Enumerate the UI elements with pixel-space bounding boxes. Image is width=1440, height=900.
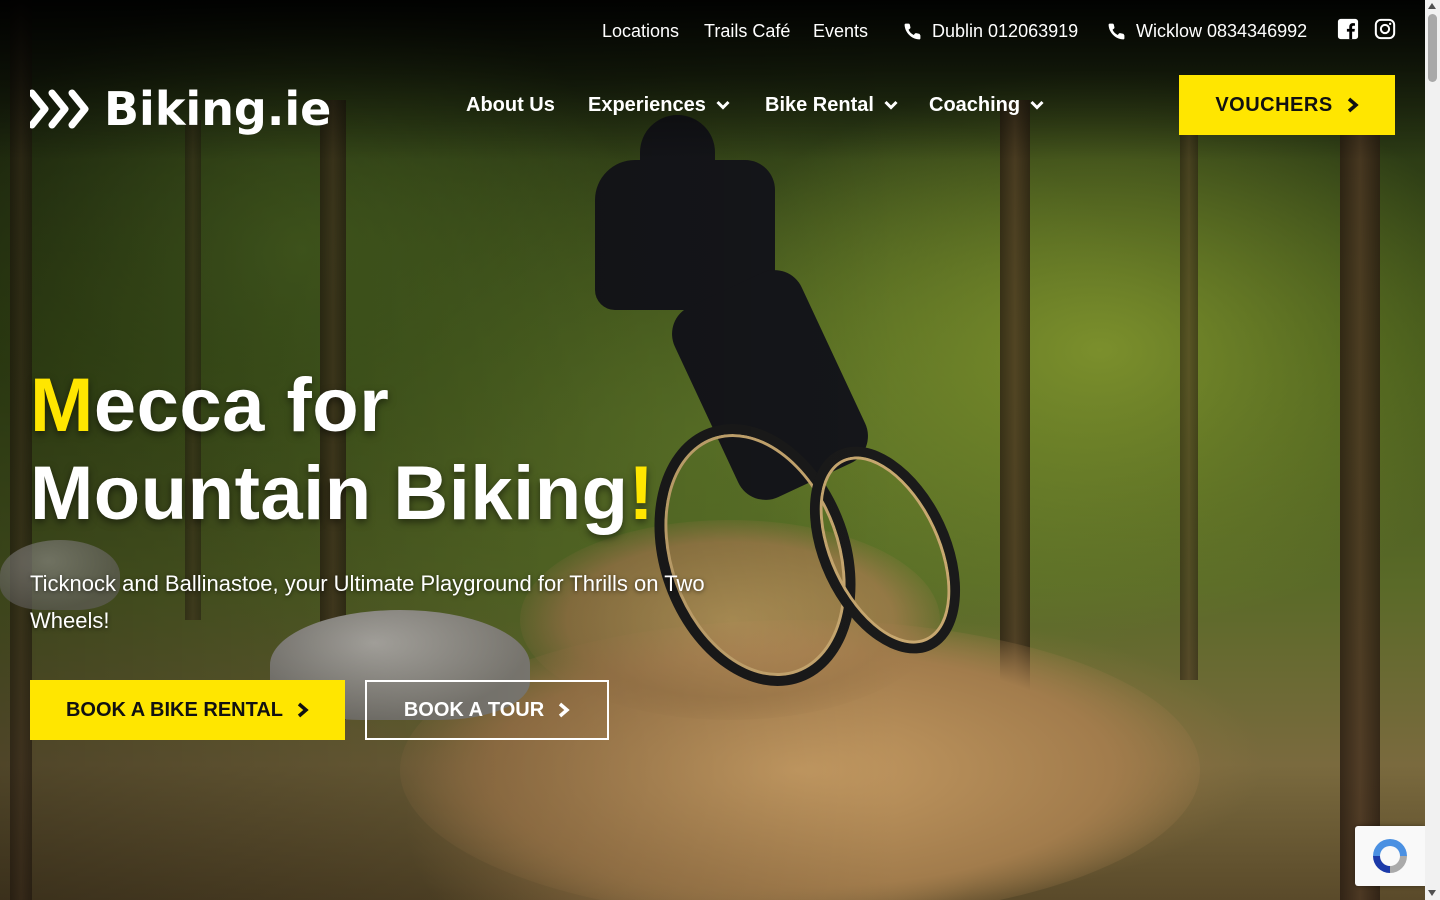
facebook-icon[interactable]: [1337, 18, 1359, 40]
headline-exclamation: !: [628, 451, 655, 536]
logo-text: Biking.ie: [104, 82, 332, 136]
book-bike-rental-button[interactable]: BOOK A BIKE RENTAL: [30, 680, 345, 740]
hero-subtitle: Ticknock and Ballinastoe, your Ultimate …: [30, 571, 705, 633]
headline-line1-text: ecca for: [93, 363, 390, 448]
vouchers-button[interactable]: VOUCHERS: [1179, 75, 1395, 135]
book-tour-button[interactable]: BOOK A TOUR: [365, 680, 609, 740]
phone-dublin[interactable]: Dublin 012063919: [903, 18, 1078, 44]
phone-icon: [904, 23, 921, 39]
book-tour-label: BOOK A TOUR: [403, 698, 545, 721]
nav-coaching[interactable]: Coaching: [929, 92, 1044, 118]
site-logo[interactable]: Biking.ie: [30, 82, 331, 136]
chevron-down-icon: [884, 100, 898, 110]
chevron-right-icon: [559, 702, 570, 718]
nav-experiences-label: Experiences: [588, 94, 706, 116]
toplink-locations[interactable]: Locations: [602, 18, 679, 44]
nav-experiences[interactable]: Experiences: [588, 92, 730, 118]
toplink-events[interactable]: Events: [813, 18, 868, 44]
recaptcha-icon: [1373, 839, 1407, 873]
scroll-down-arrow-icon[interactable]: [1428, 890, 1436, 896]
phone-dublin-label: Dublin 012063919: [932, 21, 1079, 41]
nav-about-us[interactable]: About Us: [466, 92, 555, 118]
chevron-right-icon: [1347, 97, 1359, 113]
book-bike-rental-label: BOOK A BIKE RENTAL: [65, 698, 284, 721]
nav-coaching-label: Coaching: [929, 94, 1021, 116]
headline-accent-letter: M: [30, 363, 94, 448]
top-bar: Locations Trails Café Events Dublin 0120…: [0, 18, 1425, 44]
phone-wicklow-label: Wicklow 0834346992: [1136, 21, 1308, 41]
chevron-right-icon: [297, 702, 309, 718]
nav-bike-rental-label: Bike Rental: [765, 94, 874, 116]
vouchers-button-label: VOUCHERS: [1215, 93, 1333, 116]
nav-bike-rental[interactable]: Bike Rental: [765, 92, 898, 118]
instagram-icon[interactable]: [1374, 18, 1396, 40]
chevron-down-icon: [716, 100, 730, 110]
hero-headline: Mecca for Mountain Biking!: [30, 362, 654, 538]
scroll-up-arrow-icon[interactable]: [1428, 3, 1436, 9]
headline-line2-text: Mountain Biking: [30, 451, 629, 536]
chevrons-logo-icon: [30, 89, 89, 129]
chevron-down-icon: [1030, 100, 1044, 110]
phone-wicklow[interactable]: Wicklow 0834346992: [1107, 18, 1307, 44]
page-scrollbar[interactable]: [1425, 0, 1440, 900]
recaptcha-badge[interactable]: [1355, 826, 1425, 886]
phone-icon: [1108, 23, 1125, 39]
toplink-trails-cafe[interactable]: Trails Café: [704, 18, 790, 44]
scrollbar-thumb[interactable]: [1428, 14, 1437, 82]
nav-about-us-label: About Us: [466, 94, 555, 116]
